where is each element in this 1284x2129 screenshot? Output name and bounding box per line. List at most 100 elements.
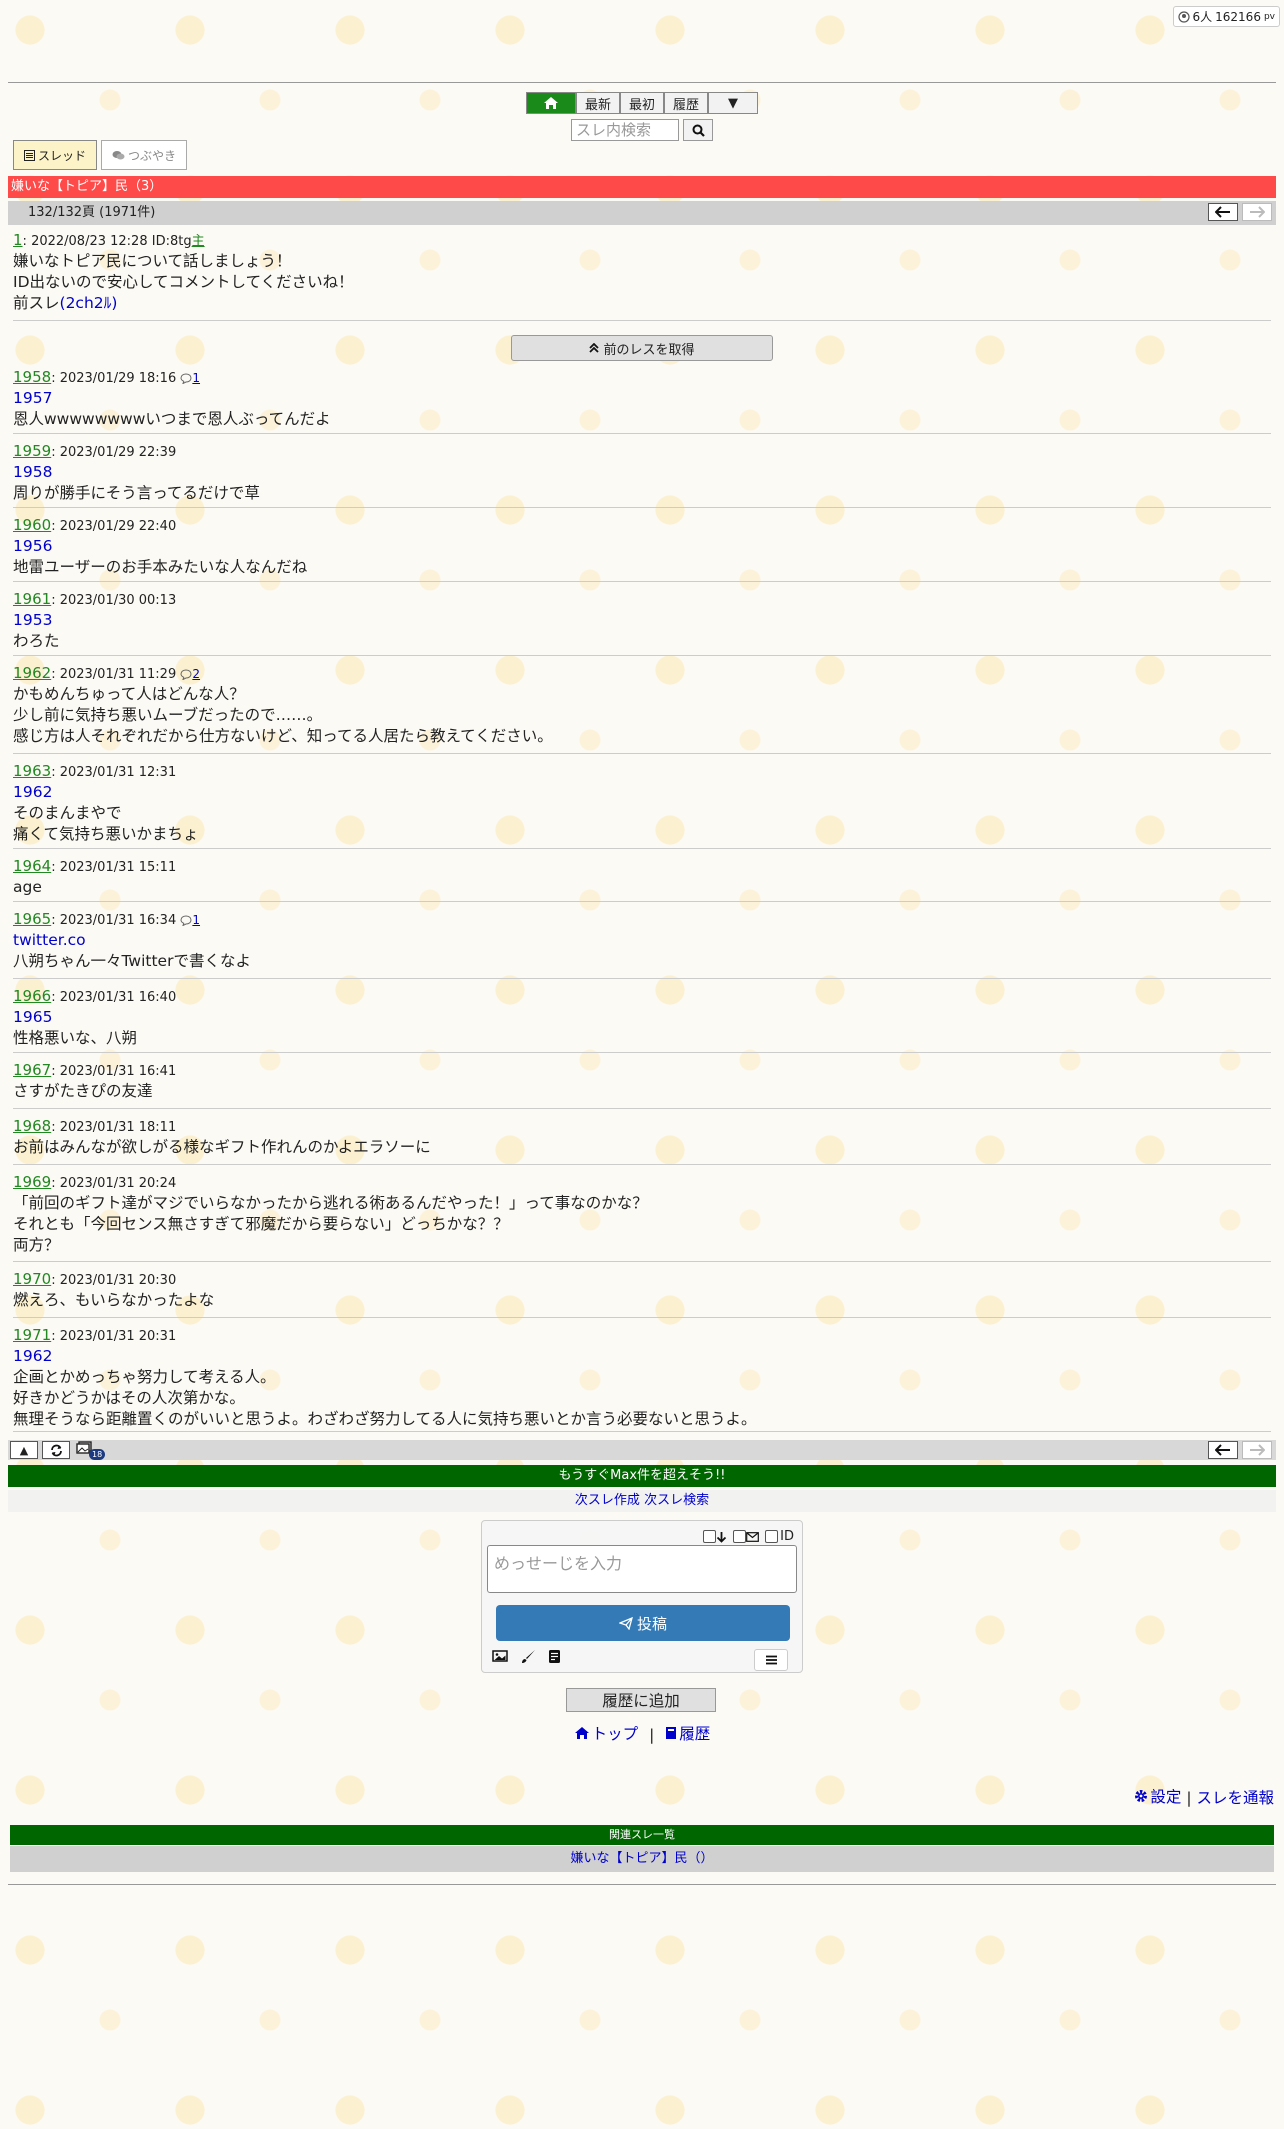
post-date: 2023/01/31 15:11 [59, 860, 177, 875]
post-date: 2023/01/31 20:24 [59, 1176, 177, 1191]
post-number[interactable]: 1971 [13, 1326, 51, 1344]
load-previous-label: 前のレスを取得 [603, 342, 695, 358]
post-number[interactable]: 1962 [13, 664, 51, 682]
message-textarea[interactable]: めっせーじを入力 [487, 1545, 797, 1593]
submit-post-button[interactable]: 投稿 [496, 1605, 790, 1641]
post-line: ID出ないので安心してコメントしてくださいね！ [13, 273, 354, 291]
post-number[interactable]: 1958 [13, 368, 51, 386]
user-icon [1177, 10, 1190, 23]
thread-search-input[interactable]: スレ内検索 [571, 119, 679, 141]
anchor-link[interactable]: 1958 [13, 463, 52, 481]
search-next-thread-link[interactable]: 次スレ検索 [644, 1493, 709, 1508]
post-number[interactable]: 1963 [13, 762, 51, 780]
post-number[interactable]: 1966 [13, 987, 51, 1005]
search-button[interactable] [683, 119, 713, 141]
post-number[interactable]: 1967 [13, 1061, 51, 1079]
history-button[interactable]: 履歴 [664, 92, 709, 114]
envelope-icon [746, 1531, 760, 1542]
post: 1969: 2023/01/31 20:24 「前回のギフト達がマジでいらなかった… [13, 1173, 1273, 1256]
post-number[interactable]: 1970 [13, 1270, 51, 1288]
next-page-button-bottom[interactable] [1242, 1441, 1272, 1459]
post-line: 感じ方は人それぞれだから仕方ないけど、知ってる人居たら教えてください。 [13, 727, 553, 745]
post-number[interactable]: 1964 [13, 857, 51, 875]
book-icon [665, 1726, 677, 1740]
create-next-thread-link[interactable]: 次スレ作成 [575, 1493, 640, 1508]
anchor-link[interactable]: twitter.co [13, 931, 86, 949]
scroll-checkbox[interactable] [703, 1530, 717, 1543]
post-number[interactable]: 1960 [13, 516, 51, 534]
link-separator: | [649, 1726, 655, 1744]
settings-link[interactable]: 設定 [1134, 1785, 1181, 1807]
post-date: 2023/01/29 22:40 [59, 519, 177, 534]
form-menu-button[interactable] [754, 1649, 788, 1671]
scroll-top-button[interactable]: ▲ [10, 1441, 38, 1459]
add-to-history-button[interactable]: 履歴に追加 [566, 1688, 716, 1712]
owner-mark[interactable]: 主 [192, 234, 205, 249]
reply-count-link[interactable]: 2 [192, 667, 200, 681]
report-thread-link[interactable]: スレを通報 [1196, 1789, 1274, 1807]
top-link-label: トップ [591, 1725, 639, 1743]
id-checkbox[interactable] [765, 1530, 779, 1543]
post-number[interactable]: 1 [13, 231, 23, 249]
next-page-button[interactable] [1242, 203, 1272, 221]
anchor-link[interactable]: 1956 [13, 537, 52, 555]
prev-thread-link[interactable]: (2ch2ﾙ) [60, 294, 118, 312]
post-line: 燃えろ、もいらなかったよな [13, 1291, 215, 1309]
post-number[interactable]: 1965 [13, 910, 51, 928]
anchor-link[interactable]: 1965 [13, 1008, 52, 1026]
mail-checkbox[interactable] [733, 1530, 747, 1543]
load-previous-button[interactable]: 前のレスを取得 [511, 335, 773, 361]
op-post: 1: 2022/08/23 12:28 ID:8tg主 嫌いなトピア民について話… [13, 231, 1273, 314]
paint-brush-icon[interactable] [520, 1649, 536, 1665]
post-date: 2023/01/31 12:31 [59, 765, 177, 780]
post: 1962: 2023/01/31 11:29 2 かもめんちゅって人はどんな人？少… [13, 664, 1273, 747]
template-icon[interactable] [548, 1649, 561, 1665]
post-divider [13, 433, 1271, 434]
latest-button[interactable]: 最新 [575, 92, 620, 114]
post-divider [13, 1052, 1271, 1053]
post-divider [13, 1431, 1271, 1432]
paper-plane-icon [618, 1616, 633, 1630]
post-number[interactable]: 1969 [13, 1173, 51, 1191]
first-button[interactable]: 最初 [619, 92, 664, 114]
more-dropdown-button[interactable]: ▼ [708, 92, 759, 114]
next-thread-links: 次スレ作成 次スレ検索 [8, 1490, 1276, 1512]
search-icon [692, 124, 705, 137]
related-thread-link[interactable]: 嫌いな【トピア】民（） [570, 1851, 713, 1866]
reply-count-link[interactable]: 1 [192, 371, 200, 385]
post: 1970: 2023/01/31 20:30 燃えろ、もいらなかったよな [13, 1270, 1273, 1311]
page-info: 132/132頁 (1971件) [28, 205, 156, 220]
scroll-after-post-option[interactable] [703, 1530, 727, 1543]
prev-page-button[interactable] [1208, 203, 1238, 221]
view-count: 162166 [1215, 9, 1261, 24]
image-upload-icon[interactable] [492, 1649, 508, 1665]
top-link[interactable]: トップ [574, 1722, 639, 1744]
anchor-link[interactable]: 1962 [13, 783, 52, 801]
footer-links: 設定 | スレを通報 [1134, 1785, 1274, 1808]
gallery-button[interactable]: 18 [76, 1441, 106, 1460]
post-date: 2023/01/29 22:39 [59, 445, 177, 460]
home-button[interactable] [525, 92, 576, 114]
post-line: 無理そうなら距離置くのがいいと思うよ。わざわざ努力してる人に気持ち悪いとか言う必… [13, 1410, 757, 1428]
anchor-link[interactable]: 1962 [13, 1347, 52, 1365]
related-thread-item: 嫌いな【トピア】民（） [10, 1846, 1274, 1872]
arrow-right-icon [1249, 1444, 1265, 1456]
prev-page-button-bottom[interactable] [1208, 1441, 1238, 1459]
history-link[interactable]: 履歴 [665, 1722, 710, 1744]
post-divider [13, 1108, 1271, 1109]
tab-thread[interactable]: スレッド [13, 140, 98, 170]
anchor-link[interactable]: 1957 [13, 389, 52, 407]
max-warning-banner: もうすぐMax件を超えそう!! [8, 1465, 1276, 1487]
refresh-button[interactable] [42, 1441, 70, 1459]
view-tabs: スレッド つぶやき [13, 140, 188, 170]
post-number[interactable]: 1961 [13, 590, 51, 608]
reply-count-link[interactable]: 1 [192, 913, 200, 927]
mail-option[interactable] [733, 1530, 760, 1543]
tab-tweet[interactable]: つぶやき [101, 140, 188, 170]
view-unit: pv [1263, 11, 1275, 22]
post-number[interactable]: 1959 [13, 442, 51, 460]
id-option[interactable]: ID [765, 1529, 794, 1544]
anchor-link[interactable]: 1953 [13, 611, 52, 629]
post-number[interactable]: 1968 [13, 1117, 51, 1135]
post-line: かもめんちゅって人はどんな人？ [13, 685, 245, 703]
